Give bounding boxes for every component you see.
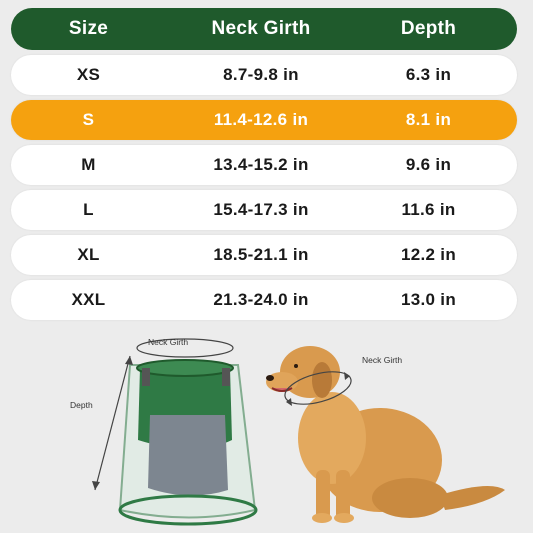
row-neck-girth: 15.4-17.3 in: [213, 200, 309, 219]
header-size: Size: [68, 18, 109, 39]
row-size: XXL: [71, 290, 106, 309]
row-depth: 12.2 in: [400, 245, 457, 264]
dog-image: [266, 346, 505, 523]
row-neck-girth: 18.5-21.1 in: [213, 245, 309, 264]
diagram-illustration: [92, 338, 505, 526]
row-neck-girth: 13.4-15.2 in: [213, 155, 309, 174]
table-row-m: M 13.4-15.2 in 9.6 in: [11, 145, 517, 185]
row-neck-girth: 8.7-9.8 in: [223, 65, 299, 84]
cone-depth-label: Depth: [70, 400, 93, 410]
row-depth: 8.1 in: [405, 110, 452, 129]
dog-neck-girth-label: Neck Girth: [362, 355, 403, 365]
row-size: XL: [77, 245, 100, 264]
row-depth: 6.3 in: [405, 65, 452, 84]
row-neck-girth: 11.4-12.6 in: [213, 110, 309, 129]
row-size: L: [83, 200, 94, 219]
header-depth: Depth: [400, 18, 457, 39]
row-depth: 13.0 in: [400, 290, 457, 309]
row-neck-girth: 21.3-24.0 in: [213, 290, 309, 309]
table-row-s: S 11.4-12.6 in 8.1 in: [11, 100, 517, 140]
row-depth: 11.6 in: [401, 200, 456, 219]
table-row-l: L 15.4-17.3 in 11.6 in: [11, 190, 517, 230]
table-row-xl: XL 18.5-21.1 in 12.2 in: [11, 235, 517, 275]
row-size: S: [82, 110, 95, 129]
table-row-xxl: XXL 21.3-24.0 in 13.0 in: [11, 280, 517, 320]
header-neck-girth: Neck Girth: [211, 18, 311, 39]
measurement-diagram: Neck Girth Depth Neck Girth: [0, 320, 533, 533]
row-size: M: [81, 155, 96, 174]
size-table-header: Size Neck Girth Depth: [11, 8, 517, 50]
cone-neck-girth-label: Neck Girth: [148, 337, 189, 347]
row-size: XS: [76, 65, 101, 84]
table-row-xs: XS 8.7-9.8 in 6.3 in: [11, 55, 517, 95]
row-depth: 9.6 in: [405, 155, 452, 174]
cone-collar-image: [118, 359, 258, 526]
